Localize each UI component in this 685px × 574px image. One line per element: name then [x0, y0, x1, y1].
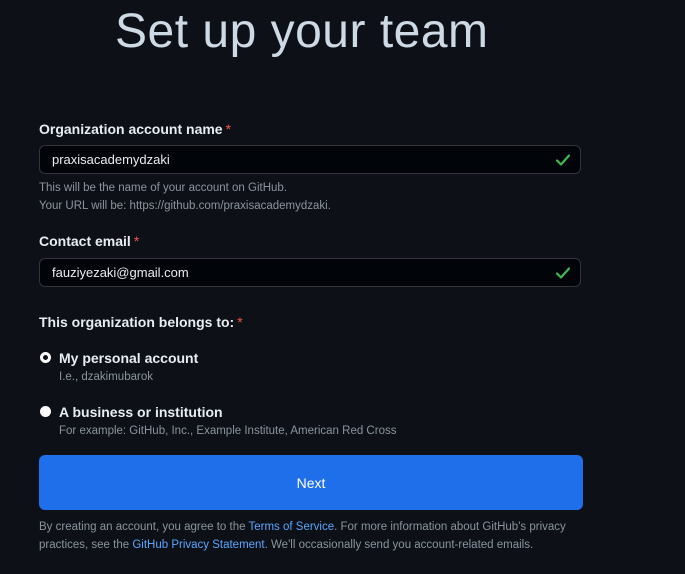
terms-notice: By creating an account, you agree to the… — [39, 518, 569, 554]
page-title: Set up your team — [115, 5, 489, 58]
contact-email-label: Contact email * — [39, 233, 139, 249]
privacy-statement-link[interactable]: GitHub Privacy Statement — [132, 539, 264, 551]
radio-personal-account[interactable] — [40, 352, 51, 363]
radio-business-institution[interactable] — [40, 406, 51, 417]
personal-account-sub: I.e., dzakimubarok — [59, 371, 153, 383]
contact-email-input[interactable]: fauziyezaki@gmail.com — [39, 258, 581, 287]
check-icon — [555, 267, 571, 279]
check-icon — [555, 154, 571, 166]
next-button[interactable]: Next — [39, 455, 583, 510]
belongs-to-label-text: This organization belongs to: — [39, 314, 235, 330]
required-mark: * — [237, 314, 243, 330]
org-name-label-text: Organization account name — [39, 121, 223, 137]
org-name-value: praxisacademydzaki — [52, 152, 170, 167]
org-name-hint: This will be the name of your account on… — [39, 182, 288, 194]
terms-text-3: . We'll occasionally send you account-re… — [264, 539, 534, 551]
terms-of-service-link[interactable]: Terms of Service — [248, 521, 334, 533]
business-institution-sub: For example: GitHub, Inc., Example Insti… — [59, 425, 397, 437]
business-institution-label[interactable]: A business or institution — [59, 404, 223, 420]
personal-account-label[interactable]: My personal account — [59, 350, 198, 366]
terms-text-1: By creating an account, you agree to the — [39, 521, 249, 533]
setup-team-page: Set up your team Organization account na… — [0, 0, 685, 574]
required-mark: * — [133, 233, 140, 249]
contact-email-value: fauziyezaki@gmail.com — [52, 265, 189, 280]
org-url-hint: Your URL will be: https://github.com/pra… — [39, 200, 331, 212]
contact-email-label-text: Contact email — [39, 233, 131, 249]
belongs-to-label: This organization belongs to: * — [39, 314, 243, 330]
required-mark: * — [225, 121, 232, 137]
org-name-input[interactable]: praxisacademydzaki — [39, 145, 581, 174]
org-name-label: Organization account name * — [39, 121, 231, 137]
